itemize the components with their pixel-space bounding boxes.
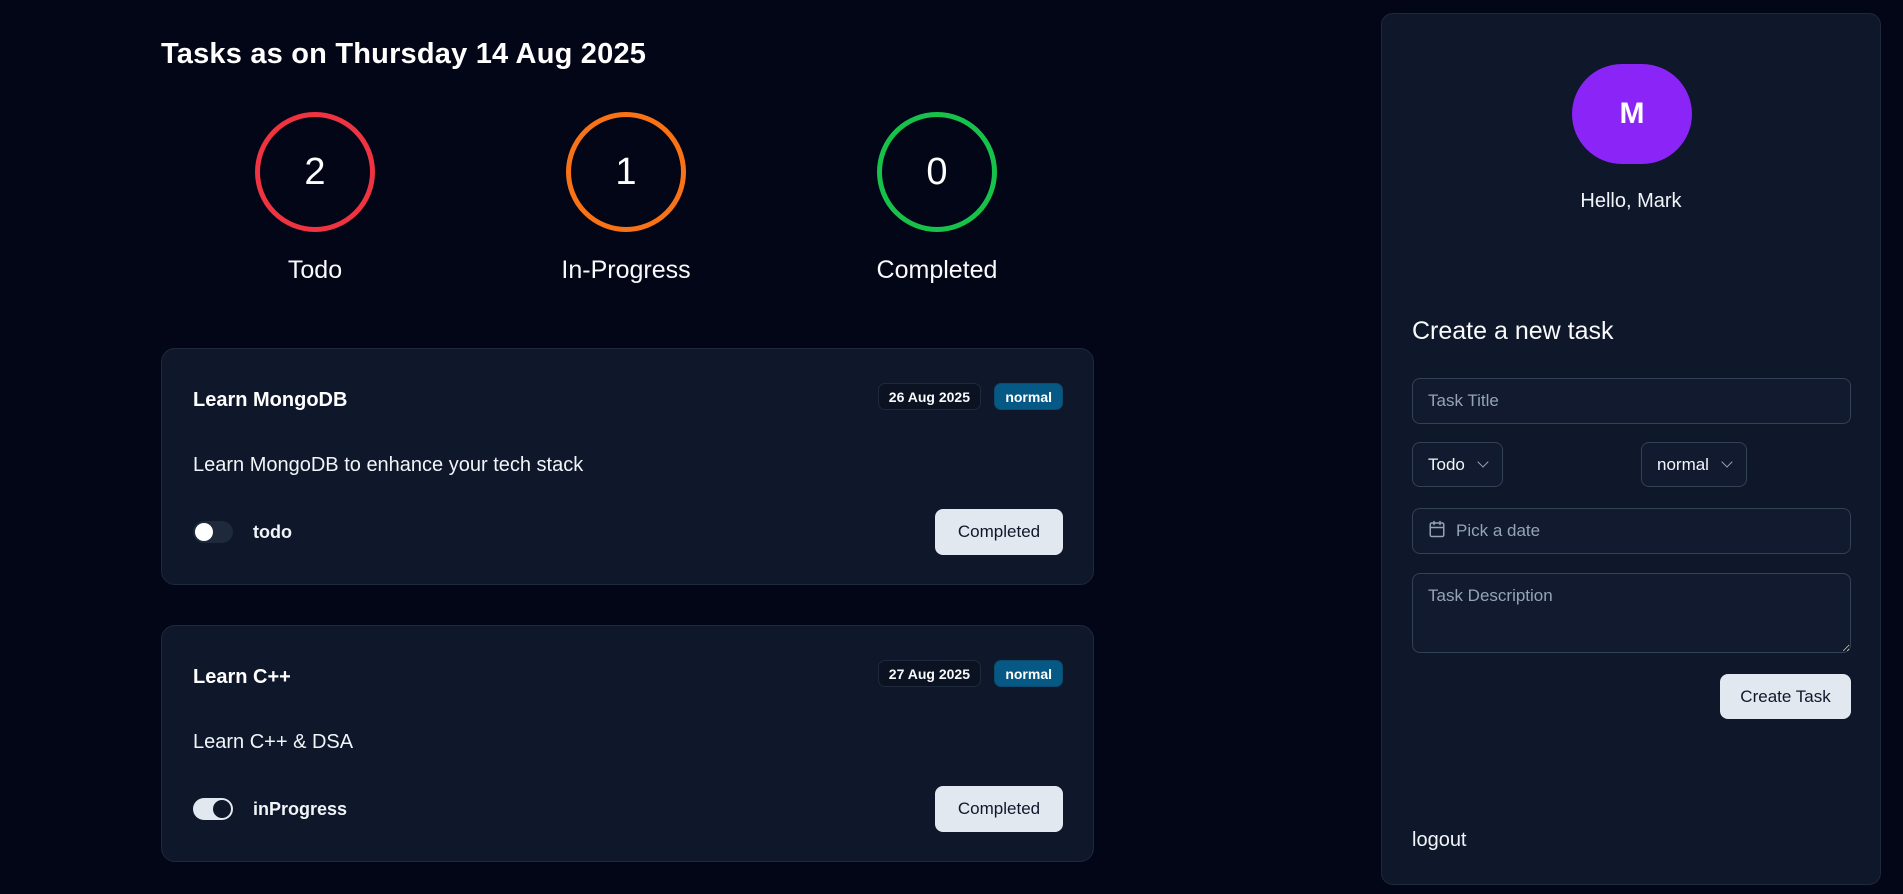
priority-badge: normal xyxy=(994,383,1063,410)
toggle-knob xyxy=(213,800,231,818)
chevron-down-icon xyxy=(1721,456,1733,468)
status-select[interactable]: Todo xyxy=(1412,442,1503,487)
date-picker[interactable]: Pick a date xyxy=(1412,508,1851,554)
task-description: Learn MongoDB to enhance your tech stack xyxy=(193,454,584,476)
task-description-input[interactable] xyxy=(1412,573,1851,653)
page-title: Tasks as on Thursday 14 Aug 2025 xyxy=(161,38,647,70)
stat-in-progress: 1 In-Progress xyxy=(526,112,726,285)
stat-completed: 0 Completed xyxy=(837,112,1037,285)
task-title: Learn MongoDB xyxy=(193,389,348,411)
create-task-button[interactable]: Create Task xyxy=(1720,674,1851,719)
stat-ring: 2 xyxy=(255,112,375,232)
due-date-badge: 27 Aug 2025 xyxy=(877,660,981,687)
priority-badge: normal xyxy=(994,660,1063,687)
task-title-input[interactable] xyxy=(1412,378,1851,424)
task-description: Learn C++ & DSA xyxy=(193,731,354,753)
logout-link[interactable]: logout xyxy=(1412,829,1467,852)
status-toggle[interactable] xyxy=(193,521,233,543)
priority-select-value: normal xyxy=(1657,454,1709,474)
avatar: M xyxy=(1572,64,1692,164)
sidebar: M Hello, Mark Create a new task Todo nor… xyxy=(1381,13,1881,885)
toggle-knob xyxy=(195,523,213,541)
status-toggle[interactable] xyxy=(193,798,233,820)
mark-completed-button[interactable]: Completed xyxy=(935,509,1063,555)
task-status: inProgress xyxy=(253,798,348,819)
chevron-down-icon xyxy=(1477,456,1489,468)
stat-todo: 2 Todo xyxy=(215,112,415,285)
form-title: Create a new task xyxy=(1412,317,1614,345)
status-select-value: Todo xyxy=(1428,454,1465,474)
date-placeholder: Pick a date xyxy=(1456,521,1541,540)
stat-label: Todo xyxy=(287,256,343,284)
due-date-badge: 26 Aug 2025 xyxy=(877,383,981,410)
main-content: Tasks as on Thursday 14 Aug 2025 2 Todo … xyxy=(161,0,1094,894)
calendar-icon xyxy=(1428,520,1446,543)
stat-ring: 0 xyxy=(877,112,997,232)
task-title: Learn C++ xyxy=(193,666,291,688)
stat-label: In-Progress xyxy=(561,256,691,284)
task-status: todo xyxy=(253,521,292,542)
greeting: Hello, Mark xyxy=(1580,190,1682,212)
mark-completed-button[interactable]: Completed xyxy=(935,786,1063,832)
stat-ring: 1 xyxy=(566,112,686,232)
task-card: Learn C++ 27 Aug 2025 normal Learn C++ &… xyxy=(161,625,1094,862)
stat-label: Completed xyxy=(876,256,998,284)
task-card: Learn MongoDB 26 Aug 2025 normal Learn M… xyxy=(161,348,1094,585)
priority-select[interactable]: normal xyxy=(1641,442,1747,487)
